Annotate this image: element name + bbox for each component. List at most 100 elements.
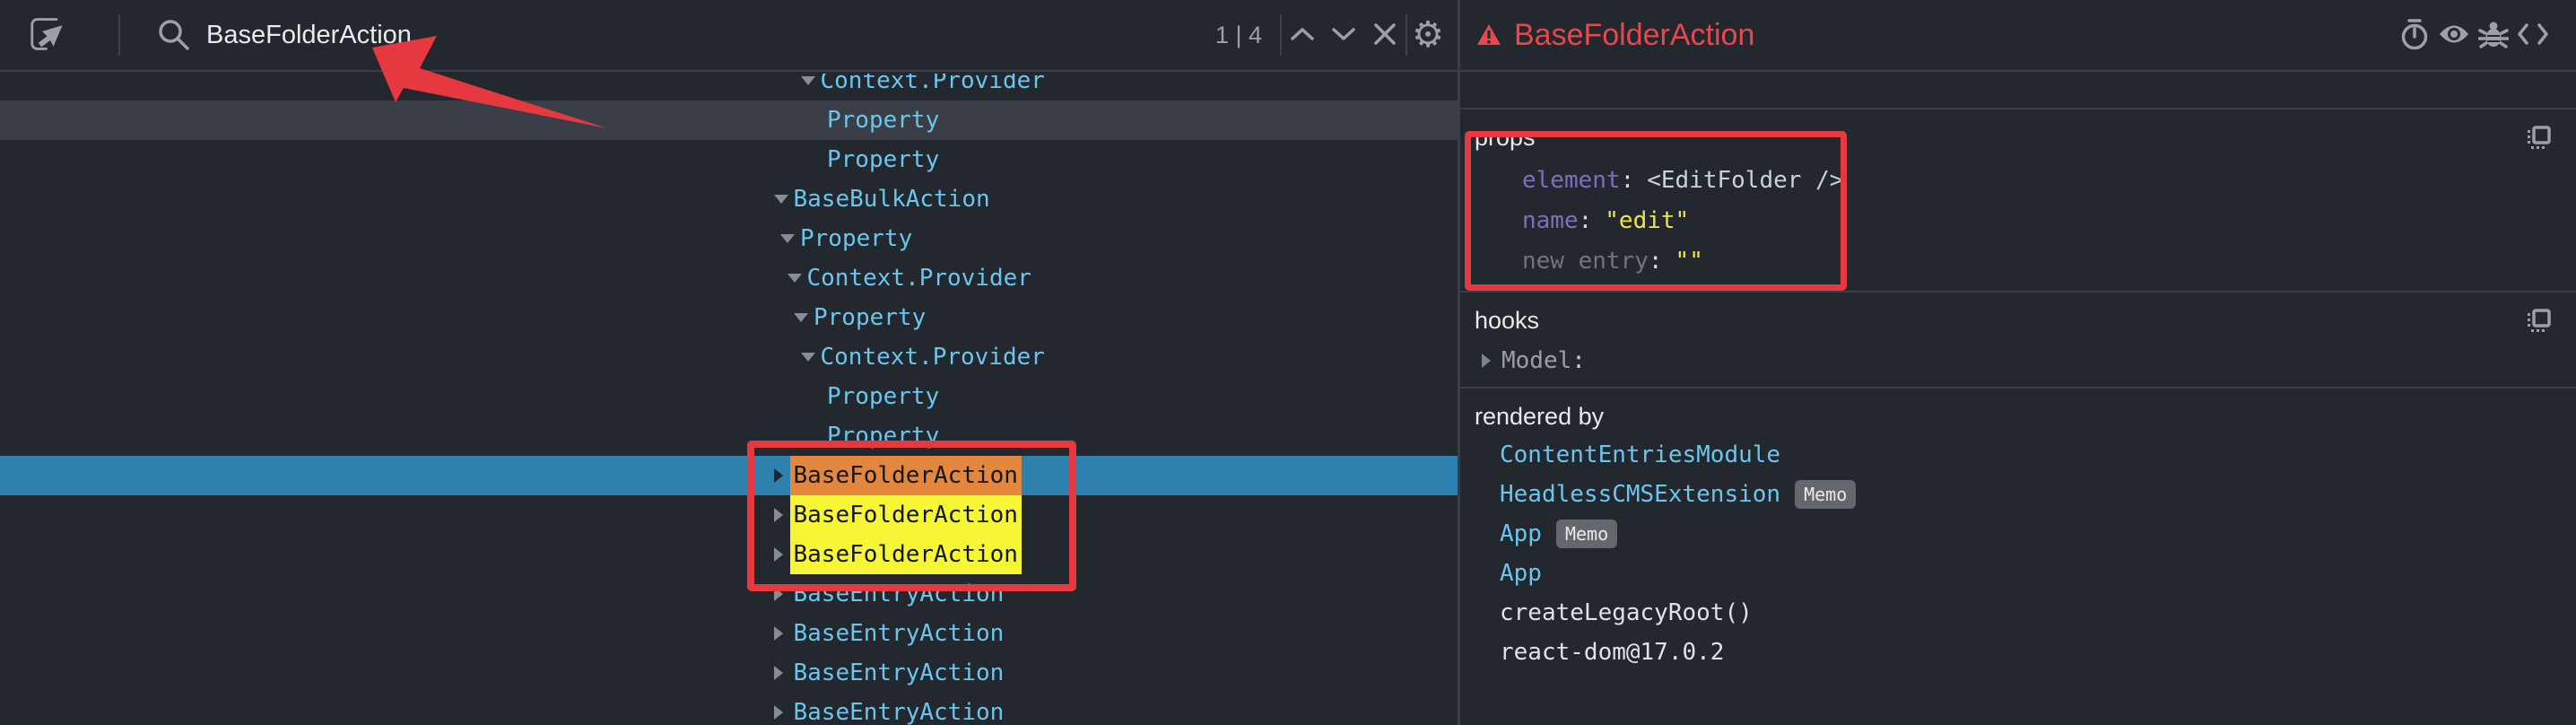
tree-row[interactable]: BaseEntryAction — [0, 693, 1458, 725]
inspect-dom-button[interactable] — [2434, 13, 2474, 57]
inspect-element-button[interactable] — [27, 10, 68, 60]
tree-row[interactable]: BaseBulkAction — [0, 179, 1458, 219]
header-spacer — [1460, 72, 2576, 109]
owner-name[interactable]: App — [1500, 560, 1542, 587]
component-name: Property — [810, 298, 929, 337]
prop-entry[interactable]: new entry:"" — [1522, 240, 2554, 281]
collapse-arrow-icon[interactable] — [774, 547, 783, 562]
expand-arrow-icon[interactable] — [780, 234, 795, 243]
tree-row[interactable]: BaseFolderAction — [0, 535, 1458, 574]
component-name: Property — [823, 377, 943, 416]
props-section: props element:<EditFolder />name:"edit"n… — [1460, 109, 2576, 293]
expand-arrow-icon[interactable] — [801, 76, 815, 85]
clear-search-button[interactable] — [1364, 10, 1405, 60]
component-name: Context.Provider — [804, 258, 1035, 298]
prop-separator: : — [1649, 248, 1663, 275]
tree-row[interactable]: Context.Provider — [0, 337, 1458, 377]
prop-separator: : — [1579, 207, 1593, 234]
expand-arrow-icon[interactable] — [788, 274, 802, 283]
warning-icon — [1476, 23, 1501, 47]
tree-row[interactable]: Property — [0, 100, 1458, 140]
hooks-heading: hooks — [1475, 307, 1539, 334]
collapse-arrow-icon[interactable] — [774, 587, 783, 601]
collapse-arrow-icon[interactable] — [774, 626, 783, 641]
rendered-by-item: App Memo — [1500, 514, 2554, 554]
inspected-element-header: BaseFolderAction — [1460, 0, 2576, 72]
chevron-up-icon — [1288, 25, 1317, 46]
component-name: BaseEntryAction — [790, 653, 1008, 693]
prop-key: name — [1522, 207, 1579, 234]
next-match-button[interactable] — [1323, 10, 1364, 60]
tree-row[interactable]: BaseEntryAction — [0, 574, 1458, 614]
settings-button[interactable]: ⚙ — [1407, 10, 1449, 60]
inspected-element-title: BaseFolderAction — [1514, 18, 1754, 53]
bug-icon — [2478, 19, 2509, 52]
eye-icon — [2438, 22, 2470, 48]
search-icon — [154, 16, 192, 54]
tree-row[interactable]: Property — [0, 377, 1458, 416]
memo-badge: Memo — [1795, 480, 1856, 509]
hooks-section: hooks Model: — [1460, 293, 2576, 389]
prop-key: new entry — [1522, 248, 1649, 275]
owner-name[interactable]: ContentEntriesModule — [1500, 441, 1780, 468]
collapse-arrow-icon[interactable] — [774, 666, 783, 680]
component-name: Context.Provider — [817, 337, 1049, 377]
copy-icon[interactable] — [2526, 126, 2551, 151]
rendered-by-item: HeadlessCMSExtension Memo — [1500, 475, 2554, 514]
prop-separator: : — [1621, 167, 1635, 194]
prop-entry[interactable]: element:<EditFolder /> — [1522, 160, 2554, 200]
collapse-arrow-icon[interactable] — [1482, 354, 1491, 368]
owner-name[interactable]: App — [1500, 520, 1542, 547]
code-brackets-icon — [2516, 22, 2550, 49]
chevron-down-icon — [1329, 25, 1358, 46]
component-tree[interactable]: Context.ProviderPropertyPropertyBaseBulk… — [0, 74, 1458, 725]
tree-row[interactable]: Context.Provider — [0, 74, 1458, 100]
view-source-button[interactable] — [2513, 13, 2553, 57]
component-name: BaseEntryAction — [790, 574, 1008, 614]
component-name: Property — [823, 416, 943, 456]
gear-icon: ⚙ — [1412, 17, 1444, 53]
collapse-arrow-icon[interactable] — [774, 508, 783, 522]
search-input[interactable] — [206, 21, 1215, 50]
tree-row[interactable]: Property — [0, 416, 1458, 456]
copy-icon[interactable] — [2526, 309, 2551, 334]
rendered-by-item: react-dom@17.0.2 — [1500, 633, 2554, 672]
search-results-count: 1 | 4 — [1215, 22, 1262, 49]
tree-row[interactable]: Context.Provider — [0, 258, 1458, 298]
toolbar-divider — [118, 14, 120, 56]
expand-arrow-icon[interactable] — [774, 195, 788, 204]
hook-separator: : — [1571, 347, 1586, 374]
collapse-arrow-icon[interactable] — [774, 468, 783, 483]
prop-entry[interactable]: name: "edit" — [1522, 200, 2554, 240]
tree-row[interactable]: BaseEntryAction — [0, 653, 1458, 693]
props-heading: props — [1475, 124, 1536, 151]
tree-row[interactable]: BaseFolderAction — [0, 495, 1458, 535]
previous-match-button[interactable] — [1282, 10, 1323, 60]
owner-name: createLegacyRoot() — [1500, 599, 1753, 626]
component-name: Property — [796, 219, 916, 258]
component-name: BaseEntryAction — [790, 614, 1008, 653]
log-to-console-button[interactable] — [2474, 13, 2513, 57]
suspend-toggle-button[interactable] — [2395, 13, 2434, 57]
owner-name[interactable]: HeadlessCMSExtension — [1500, 481, 1780, 508]
inspect-element-icon — [27, 13, 68, 57]
component-name: Property — [823, 140, 943, 179]
hook-name: Model — [1501, 347, 1571, 374]
close-icon — [1372, 22, 1397, 49]
prop-key: element — [1522, 167, 1621, 194]
tree-row[interactable]: Property — [0, 219, 1458, 258]
rendered-by-item: App — [1500, 554, 2554, 593]
memo-badge: Memo — [1556, 520, 1617, 548]
collapse-arrow-icon[interactable] — [774, 705, 783, 720]
rendered-by-item: createLegacyRoot() — [1500, 593, 2554, 633]
expand-arrow-icon[interactable] — [801, 353, 815, 362]
tree-row[interactable]: BaseEntryAction — [0, 614, 1458, 653]
components-tree-panel: 1 | 4 ⚙ — [0, 0, 1460, 725]
component-name: Property — [823, 100, 943, 140]
tree-row[interactable]: Property — [0, 298, 1458, 337]
tree-row[interactable]: BaseFolderAction — [0, 456, 1458, 495]
hook-item-model[interactable]: Model: — [1475, 341, 2554, 380]
expand-arrow-icon[interactable] — [794, 313, 808, 322]
prop-value: "edit" — [1605, 207, 1689, 234]
tree-row[interactable]: Property — [0, 140, 1458, 179]
